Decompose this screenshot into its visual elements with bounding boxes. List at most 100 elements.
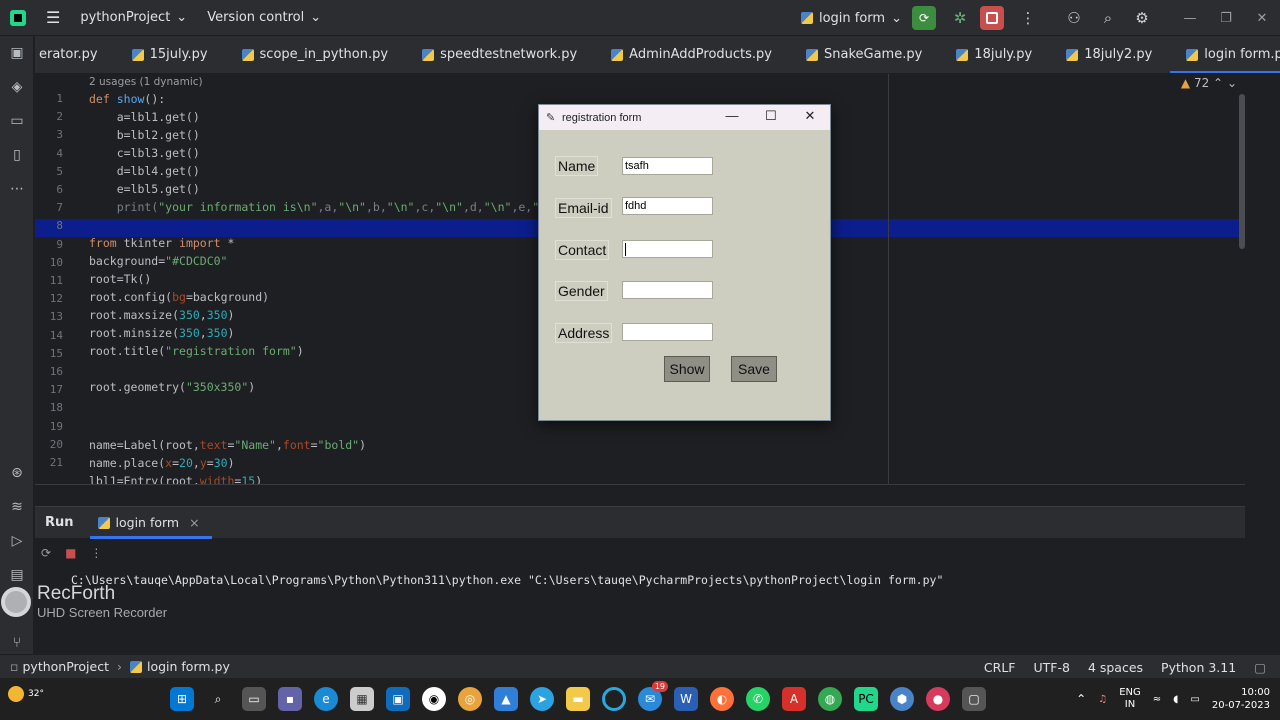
firefox-icon[interactable]: ◐ xyxy=(710,687,734,711)
more-actions-icon[interactable]: ⋮ xyxy=(90,546,102,560)
chrome-canary-icon[interactable]: ◎ xyxy=(458,687,482,711)
more-actions-icon[interactable]: ⋮ xyxy=(1018,9,1038,27)
search-icon[interactable]: ⌕ xyxy=(206,687,230,711)
tab-15july[interactable]: 15july.py xyxy=(116,36,226,73)
windows-start-icon[interactable]: ⊞ xyxy=(170,687,194,711)
edge-icon[interactable]: e xyxy=(314,687,338,711)
tab-label: SnakeGame.py xyxy=(823,47,923,62)
whatsapp-icon[interactable]: ✆ xyxy=(746,687,770,711)
github-icon[interactable]: ◉ xyxy=(422,687,446,711)
chrome-icon[interactable]: ◍ xyxy=(818,687,842,711)
recorder-icon[interactable]: ● xyxy=(926,687,950,711)
line-separator[interactable]: CRLF xyxy=(984,660,1016,675)
mail-icon[interactable]: ✉ 19 xyxy=(638,681,668,711)
editor-scrollbar[interactable] xyxy=(1239,94,1245,249)
tab-login-form[interactable]: login form.py× xyxy=(1170,36,1280,73)
run-tab-bar: Run login form × xyxy=(35,507,1245,539)
tab-snakegame[interactable]: SnakeGame.py xyxy=(790,36,940,73)
python-file-icon xyxy=(129,660,142,673)
line-number: 19 xyxy=(49,419,63,433)
rerun-icon[interactable]: ⟳ xyxy=(41,546,51,560)
minimize-icon[interactable]: — xyxy=(713,108,751,123)
main-menu-icon[interactable]: ☰ xyxy=(46,8,60,27)
tab-speedtestnetwork[interactable]: speedtestnetwork.py xyxy=(406,36,595,73)
contact-entry[interactable] xyxy=(622,240,713,258)
save-button[interactable]: Save xyxy=(731,356,777,382)
maximize-icon[interactable]: ☐ xyxy=(752,108,790,124)
tab-adminaddproducts[interactable]: AdminAddProducts.py xyxy=(595,36,790,73)
gear-icon[interactable]: ⚙ xyxy=(1132,9,1152,27)
wifi-icon[interactable]: ≈ xyxy=(1153,694,1161,705)
services-icon[interactable]: ▷ xyxy=(0,524,34,558)
restore-window-icon[interactable]: ❐ xyxy=(1208,11,1244,26)
email-entry[interactable]: fdhd xyxy=(622,197,713,215)
tray-overflow-icon[interactable]: ⌃ xyxy=(1076,692,1086,706)
stop-button[interactable] xyxy=(980,6,1004,30)
minimize-window-icon[interactable]: — xyxy=(1172,11,1208,26)
close-window-icon[interactable]: ✕ xyxy=(1244,11,1280,26)
lock-icon[interactable]: ▢ xyxy=(1254,660,1266,675)
close-icon[interactable]: ✕ xyxy=(791,108,829,124)
address-entry[interactable] xyxy=(622,323,713,341)
line-number: 10 xyxy=(49,255,63,269)
python-interpreter[interactable]: Python 3.11 xyxy=(1161,660,1236,675)
add-user-icon[interactable]: ⚇ xyxy=(1064,9,1084,27)
clock[interactable]: 10:00 20-07-2023 xyxy=(1212,686,1270,712)
weather-widget[interactable]: 32° xyxy=(8,686,44,702)
word-app-icon[interactable]: W xyxy=(674,687,698,711)
stop-icon[interactable]: ■ xyxy=(65,546,76,560)
vcs-menu[interactable]: Version control ⌄ xyxy=(207,10,321,25)
line-number: 2 xyxy=(56,110,63,124)
tk-window-taskbar-icon[interactable]: ▢ xyxy=(962,687,986,711)
cortana-icon[interactable] xyxy=(602,687,626,711)
volume-icon[interactable]: ◖ xyxy=(1173,694,1178,705)
run-config-selector[interactable]: login form ⌄ xyxy=(800,11,902,26)
tab-18july2[interactable]: 18july2.py xyxy=(1050,36,1170,73)
inspection-count: 72 xyxy=(1193,76,1210,90)
debug-bug-icon[interactable]: ✲ xyxy=(950,9,970,27)
acrobat-icon[interactable]: A xyxy=(782,687,806,711)
tool-window-strip: ▣ ◈ ▭ ▯ ⋯ ⊛ ≋ ▷ ▤ ⓘ ⑂ xyxy=(0,36,34,654)
tab-scope-in-python[interactable]: scope_in_python.py xyxy=(226,36,407,73)
python-file-icon xyxy=(800,12,813,24)
indent-setting[interactable]: 4 spaces xyxy=(1088,660,1143,675)
inspection-widget[interactable]: ▲ 72 ⌃ ⌄ xyxy=(1181,76,1237,90)
breadcrumb-project[interactable]: pythonProject xyxy=(22,659,109,674)
tab-label: 18july2.py xyxy=(1084,47,1153,62)
photos-icon[interactable]: ▲ xyxy=(494,687,518,711)
run-tab-label: login form xyxy=(115,515,180,530)
folder-icon[interactable]: ▭ xyxy=(0,104,34,138)
layers-icon[interactable]: ≋ xyxy=(0,490,34,524)
breadcrumb-file[interactable]: login form.py xyxy=(147,659,230,674)
project-switcher[interactable]: pythonProject ⌄ xyxy=(80,10,187,25)
run-tab-login-form[interactable]: login form × xyxy=(89,507,212,539)
pycharm-taskbar-icon[interactable]: PC xyxy=(854,687,878,711)
structure-icon[interactable]: ▣ xyxy=(0,36,34,70)
bookmark-icon[interactable]: ▯ xyxy=(0,138,34,172)
gender-entry[interactable] xyxy=(622,281,713,299)
show-button[interactable]: Show xyxy=(664,356,710,382)
search-icon[interactable]: ⌕ xyxy=(1098,9,1118,27)
close-tab-icon[interactable]: × xyxy=(189,515,199,530)
store-icon[interactable]: ▦ xyxy=(350,687,374,711)
panel-divider[interactable] xyxy=(35,484,1245,506)
vcs-label: Version control xyxy=(207,10,305,25)
packages-icon[interactable]: ◈ xyxy=(0,70,34,104)
more-tools-icon[interactable]: ⋯ xyxy=(0,172,34,206)
language-indicator[interactable]: ENG IN xyxy=(1119,687,1141,711)
file-explorer-icon[interactable]: ▬ xyxy=(566,687,590,711)
tab-generator[interactable]: erator.py xyxy=(35,36,116,73)
file-encoding[interactable]: UTF-8 xyxy=(1033,660,1069,675)
line-number: 4 xyxy=(56,146,63,160)
name-entry[interactable]: tsafh xyxy=(622,157,713,175)
rerun-button[interactable]: ⟳ xyxy=(912,6,936,30)
task-view-icon[interactable]: ▭ xyxy=(242,687,266,711)
python-console-icon[interactable]: ⊛ xyxy=(0,456,34,490)
teams-icon[interactable]: ▪ xyxy=(278,687,302,711)
microphone-icon[interactable]: ♫ xyxy=(1098,694,1107,705)
app-blue-icon[interactable]: ▣ xyxy=(386,687,410,711)
telegram-icon[interactable]: ➤ xyxy=(530,687,554,711)
tab-18july[interactable]: 18july.py xyxy=(940,36,1050,73)
python-idle-icon[interactable]: ⬢ xyxy=(890,687,914,711)
battery-icon[interactable]: ▭ xyxy=(1190,694,1199,705)
